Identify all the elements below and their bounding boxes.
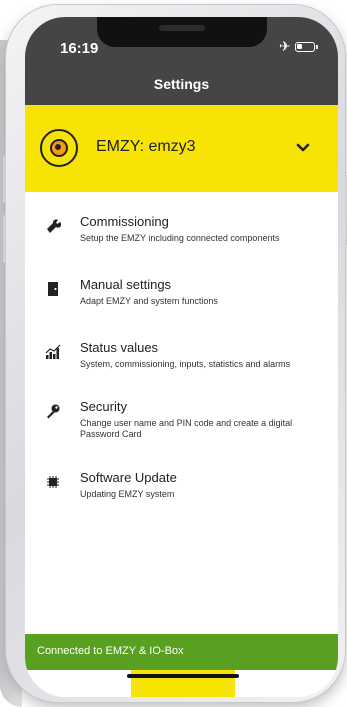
chip-icon: [47, 476, 59, 488]
menu-item-label: Security: [80, 399, 127, 414]
bar-chart-icon: [45, 344, 61, 359]
side-button: [3, 215, 6, 263]
app-header: 16:19 ✈ Settings: [25, 17, 338, 105]
menu-item-description: Change user name and PIN code and create…: [80, 418, 293, 439]
menu-item-commissioning[interactable]: Commissioning Setup the EMZY including c…: [25, 214, 338, 270]
notch: [97, 17, 267, 47]
device-name: EMZY: emzy3: [96, 138, 196, 155]
wrench-icon: [47, 219, 61, 233]
page-title: Settings: [153, 76, 210, 92]
status-time: 16:19: [60, 40, 99, 57]
menu-item-security[interactable]: Security Change user name and PIN code a…: [25, 399, 338, 455]
airplane-icon: ✈: [279, 38, 291, 54]
menu-item-label: Manual settings: [80, 277, 172, 292]
device-icon: [40, 129, 78, 167]
menu-item-manual-settings[interactable]: Manual settings Adapt EMZY and system fu…: [25, 277, 338, 333]
connection-toast: Connected to EMZY & IO-Box: [25, 634, 338, 670]
menu-item-label: Software Update: [80, 470, 177, 485]
phone-frame: 16:19 ✈ Settings EMZY: emzy3 Commissioni…: [3, 5, 347, 702]
menu-item-software-update[interactable]: Software Update Updating EMZY system: [25, 470, 338, 526]
menu-item-description: System, commissioning, inputs, statistic…: [80, 359, 291, 369]
speaker: [159, 25, 205, 31]
home-indicator[interactable]: [127, 674, 239, 678]
menu-item-status-values[interactable]: Status values System, commissioning, inp…: [25, 340, 338, 396]
menu-item-description: Setup the EMZY including connected compo…: [80, 233, 280, 243]
door-icon: [48, 282, 58, 296]
key-icon: [47, 404, 60, 419]
side-button: [3, 155, 6, 203]
phone-screen: 16:19 ✈ Settings EMZY: emzy3 Commissioni…: [25, 17, 338, 697]
chevron-down-icon[interactable]: [296, 141, 310, 155]
menu-item-label: Commissioning: [80, 214, 169, 229]
menu-item-description: Adapt EMZY and system functions: [80, 296, 218, 306]
device-selector[interactable]: EMZY: emzy3: [25, 105, 338, 192]
battery-icon: [295, 42, 318, 52]
menu-item-label: Status values: [80, 340, 159, 355]
menu-item-description: Updating EMZY system: [80, 489, 175, 499]
